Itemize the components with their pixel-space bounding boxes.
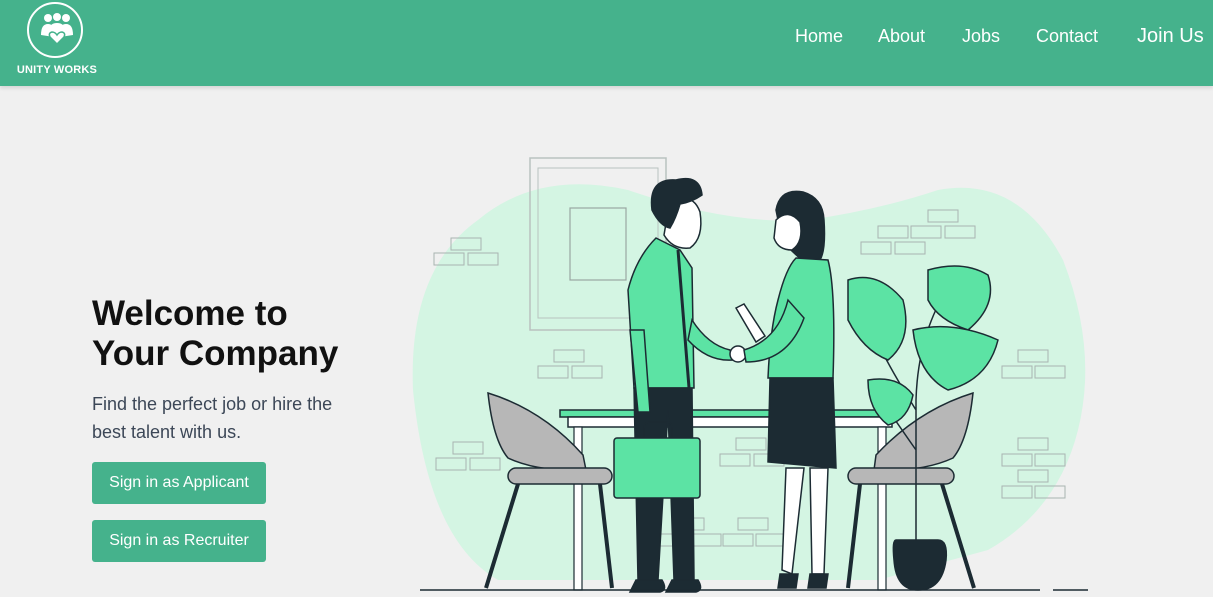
nav-join-us[interactable]: Join Us — [1137, 25, 1204, 48]
brand-name: UNITY WORKS — [16, 64, 98, 76]
nav-jobs[interactable]: Jobs — [962, 26, 1000, 47]
navbar: UNITY WORKS Home About Jobs Contact Join… — [0, 0, 1213, 86]
sign-in-recruiter-button[interactable]: Sign in as Recruiter — [92, 520, 266, 562]
hero-title: Welcome to Your Company — [92, 294, 392, 374]
sign-in-applicant-button[interactable]: Sign in as Applicant — [92, 462, 266, 504]
hero-title-line2: Your Company — [92, 334, 339, 373]
hero-title-line1: Welcome to — [92, 294, 288, 333]
handshake-illustration — [412, 157, 1088, 593]
nav-contact[interactable]: Contact — [1036, 26, 1098, 47]
hero-subtitle: Find the perfect job or hire the best ta… — [92, 394, 333, 442]
nav-home[interactable]: Home — [795, 26, 843, 47]
nav-about[interactable]: About — [878, 26, 925, 47]
people-heart-icon — [27, 2, 83, 58]
brand-logo[interactable]: UNITY WORKS — [10, 2, 104, 82]
